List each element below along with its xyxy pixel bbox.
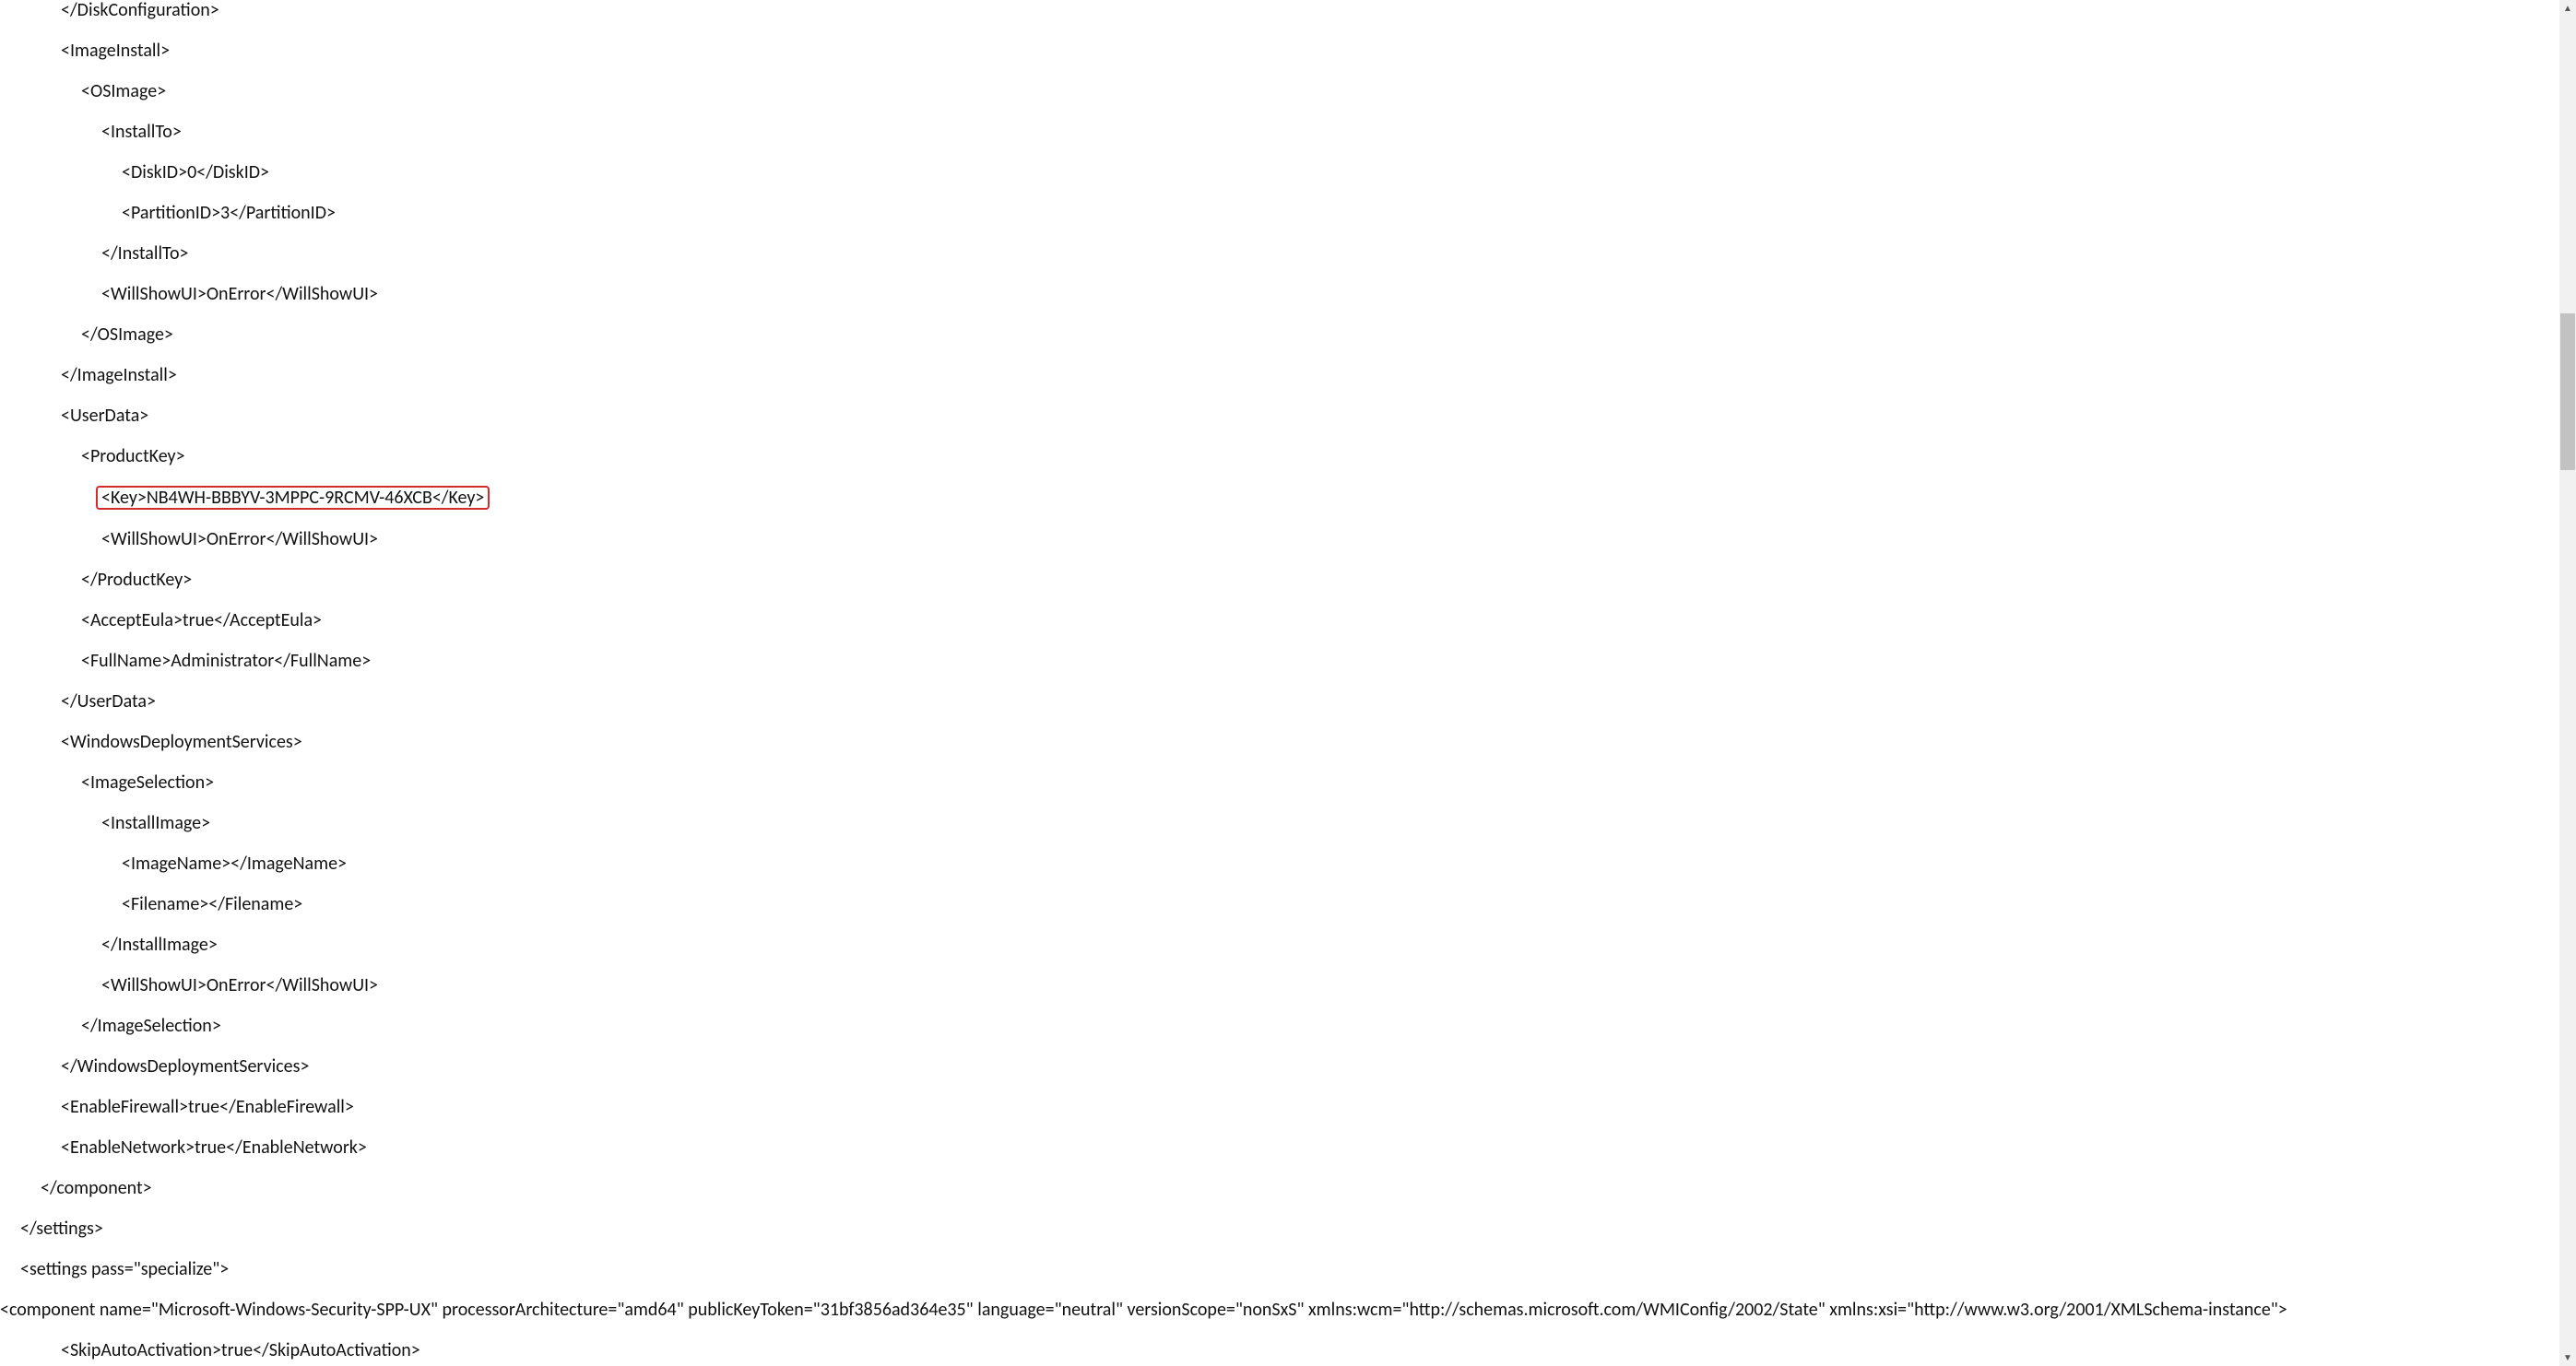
xml-line: <AcceptEula>true</AcceptEula> — [0, 610, 2559, 630]
xml-line: <ProductKey> — [0, 446, 2559, 466]
xml-line: </UserData> — [0, 691, 2559, 712]
xml-line: </component> — [0, 1178, 2559, 1198]
vertical-scrollbar[interactable]: ▲ ▼ — [2559, 0, 2576, 1366]
xml-line: <WillShowUI>OnError</WillShowUI> — [0, 529, 2559, 549]
xml-line: <PartitionID>3</PartitionID> — [0, 203, 2559, 223]
xml-line: <UserData> — [0, 406, 2559, 426]
xml-line: </ImageInstall> — [0, 365, 2559, 385]
scrollbar-arrow-down-icon[interactable]: ▼ — [2559, 1349, 2576, 1366]
xml-line: </settings> — [0, 1219, 2559, 1239]
xml-line: <ImageName></ImageName> — [0, 854, 2559, 874]
xml-line: <DiskID>0</DiskID> — [0, 162, 2559, 183]
xml-line: <EnableFirewall>true</EnableFirewall> — [0, 1097, 2559, 1117]
scrollbar-arrow-up-icon[interactable]: ▲ — [2559, 0, 2576, 17]
xml-line: <ImageSelection> — [0, 772, 2559, 793]
xml-line: </InstallTo> — [0, 243, 2559, 264]
scrollbar-thumb[interactable] — [2560, 313, 2575, 470]
xml-line: <settings pass="specialize"> — [0, 1259, 2559, 1279]
xml-line: </InstallImage> — [0, 935, 2559, 955]
xml-line: </OSImage> — [0, 324, 2559, 345]
xml-line: <SkipAutoActivation>true</SkipAutoActiva… — [0, 1340, 2559, 1360]
xml-content: </DiskConfiguration> <ImageInstall> <OSI… — [0, 0, 2559, 1366]
xml-line: </WindowsDeploymentServices> — [0, 1056, 2559, 1077]
xml-line: <component name="Microsoft-Windows-Secur… — [0, 1300, 2559, 1320]
xml-line-highlighted: <Key>NB4WH-BBBYV-3MPPC-9RCMV-46XCB</Key> — [0, 487, 2559, 509]
xml-line: <EnableNetwork>true</EnableNetwork> — [0, 1137, 2559, 1158]
xml-line: <ImageInstall> — [0, 41, 2559, 61]
xml-line: </ProductKey> — [0, 570, 2559, 590]
xml-line: <InstallTo> — [0, 122, 2559, 142]
xml-line: <OSImage> — [0, 81, 2559, 101]
xml-line: <WillShowUI>OnError</WillShowUI> — [0, 975, 2559, 995]
xml-line: <InstallImage> — [0, 813, 2559, 833]
xml-document-viewport: </DiskConfiguration> <ImageInstall> <OSI… — [0, 0, 2559, 1366]
xml-line: </DiskConfiguration> — [0, 0, 2559, 20]
xml-line: </ImageSelection> — [0, 1016, 2559, 1036]
xml-line: <WillShowUI>OnError</WillShowUI> — [0, 284, 2559, 304]
xml-line: <Filename></Filename> — [0, 894, 2559, 914]
xml-line: <WindowsDeploymentServices> — [0, 732, 2559, 752]
product-key-highlight: <Key>NB4WH-BBBYV-3MPPC-9RCMV-46XCB</Key> — [96, 486, 490, 510]
xml-line: <FullName>Administrator</FullName> — [0, 651, 2559, 671]
